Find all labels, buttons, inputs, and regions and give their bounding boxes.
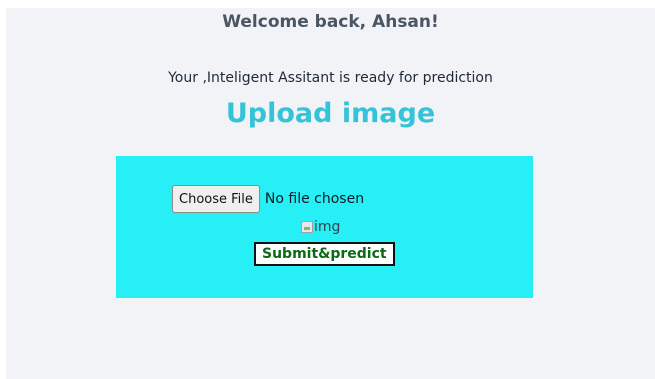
page-container: Welcome back, Ahsan! Your ,Inteligent As… [6, 8, 655, 379]
assistant-status-text: Your ,Inteligent Assitant is ready for p… [168, 70, 493, 86]
choose-file-button[interactable]: Choose File [172, 185, 260, 213]
file-input[interactable]: Choose File No file chosen [172, 185, 364, 213]
file-status-text: No file chosen [264, 191, 365, 207]
welcome-heading: Welcome back, Ahsan! [222, 12, 439, 32]
upload-panel: Choose File No file chosen img Submit&pr… [116, 156, 533, 298]
upload-image-heading: Upload image [225, 98, 436, 129]
image-preview: img [301, 219, 340, 235]
image-alt-text: img [314, 219, 341, 235]
submit-predict-button[interactable]: Submit&predict [254, 242, 395, 266]
broken-image-icon [301, 221, 313, 233]
